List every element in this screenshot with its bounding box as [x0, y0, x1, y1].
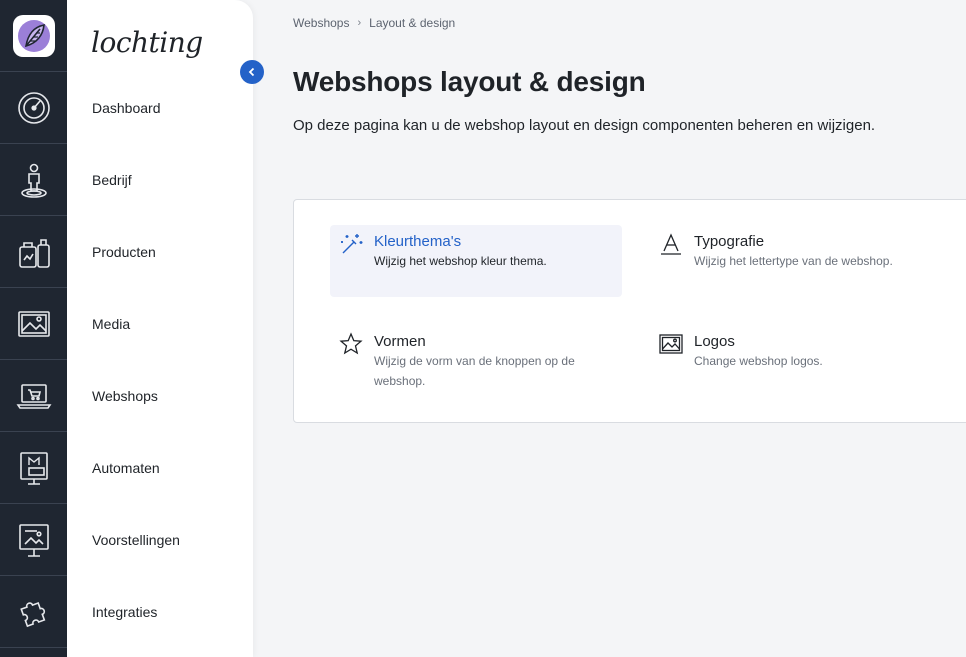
rail-dashboard[interactable] [0, 72, 67, 144]
tile-color-themes[interactable]: Kleurthema's Wijzig het webshop kleur th… [330, 225, 622, 297]
rail-products[interactable] [0, 216, 67, 288]
brand-wordmark: lochting [91, 26, 203, 59]
tile-title: Kleurthema's [374, 233, 462, 250]
nav-item-products[interactable]: Producten [92, 244, 156, 260]
integrations-puzzle-icon [19, 601, 45, 627]
magic-wand-icon [341, 234, 363, 254]
collapse-nav-button[interactable] [240, 60, 264, 84]
breadcrumb-webshops[interactable]: Webshops [293, 16, 349, 30]
chevron-left-icon [248, 67, 255, 77]
icon-rail [0, 0, 67, 657]
app-logo[interactable] [0, 0, 67, 72]
tile-shapes[interactable]: Vormen Wijzig de vorm van de knoppen op … [330, 325, 622, 405]
nav-item-presentations[interactable]: Voorstellingen [92, 532, 180, 548]
star-icon [339, 332, 363, 355]
rail-presentations[interactable] [0, 504, 67, 576]
product-bottles-icon [18, 238, 50, 268]
nav-item-media[interactable]: Media [92, 316, 130, 332]
side-nav: lochting Dashboard Bedrijf Producten Med… [67, 0, 264, 657]
rail-media[interactable] [0, 288, 67, 360]
rail-webshops[interactable] [0, 360, 67, 432]
media-image-icon [17, 310, 50, 337]
image-frame-icon [659, 334, 683, 354]
rail-company[interactable] [0, 144, 67, 216]
typography-letter-icon [661, 233, 681, 255]
page-description: Op deze pagina kan u de webshop layout e… [293, 117, 876, 134]
nav-item-company[interactable]: Bedrijf [92, 172, 132, 188]
breadcrumb-current: Layout & design [369, 16, 456, 30]
tile-logos[interactable]: Logos Change webshop logos. [650, 325, 942, 397]
tile-description: Change webshop logos. [694, 354, 823, 368]
page-title: Webshops layout & design [293, 66, 646, 97]
nav-item-dashboard[interactable]: Dashboard [92, 100, 161, 116]
design-options-card: Kleurthema's Wijzig het webshop kleur th… [293, 199, 966, 423]
leaf-logo-icon [12, 14, 55, 57]
tile-title: Vormen [374, 333, 426, 350]
tile-title: Typografie [694, 233, 765, 250]
tile-typography[interactable]: Typografie Wijzig het lettertype van de … [650, 225, 942, 297]
presentation-screen-icon [18, 523, 49, 557]
nav-item-automats[interactable]: Automaten [92, 460, 160, 476]
nav-item-integrations[interactable]: Integraties [92, 604, 157, 620]
tile-title: Logos [694, 333, 735, 350]
tile-description: Wijzig het webshop kleur thema. [374, 254, 547, 268]
tile-description: Wijzig het lettertype van de webshop. [694, 254, 893, 268]
person-pin-icon [20, 163, 47, 198]
automaton-monitor-icon [19, 451, 48, 485]
rail-integrations[interactable] [0, 576, 67, 648]
breadcrumb: Webshops › Layout & design [293, 16, 455, 30]
dashboard-gauge-icon [17, 91, 50, 124]
webshop-cart-laptop-icon [16, 383, 51, 409]
tile-description: Wijzig de vorm van de knoppen op de webs… [374, 354, 575, 388]
rail-automats[interactable] [0, 432, 67, 504]
chevron-right-icon: › [357, 17, 362, 29]
nav-item-webshops[interactable]: Webshops [92, 388, 158, 404]
